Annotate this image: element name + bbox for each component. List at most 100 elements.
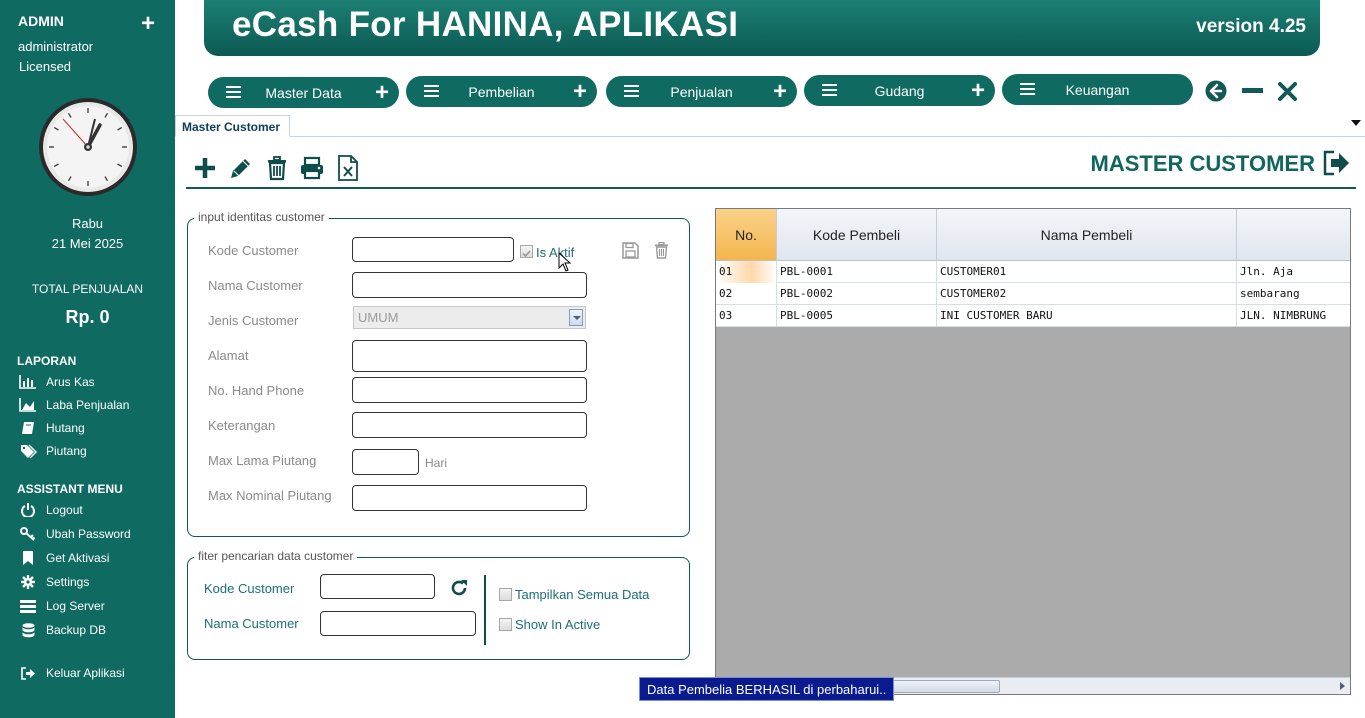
is-aktif-checkbox[interactable] [520, 245, 533, 258]
refresh-icon[interactable] [450, 579, 468, 597]
role-label: ADMIN [18, 13, 64, 29]
total-sales-value: Rp. 0 [65, 307, 110, 327]
nama-customer-label: Nama Customer [208, 278, 303, 293]
assistant-heading: ASSISTANT MENU [17, 482, 123, 496]
filter-nama-input[interactable] [320, 611, 476, 636]
license-label: Licensed [19, 59, 72, 74]
laporan-heading: LAPORAN [17, 354, 77, 368]
delete-small-icon[interactable] [654, 242, 669, 259]
power-icon [19, 502, 37, 518]
plus-icon: + [374, 79, 389, 106]
grid-header: No. Kode Pembeli Nama Pembeli [716, 209, 1350, 261]
database-icon [19, 622, 37, 638]
hand-phone-input[interactable] [352, 377, 587, 403]
filter-nama-label: Nama Customer [204, 616, 299, 631]
date-label: 21 Mei 2025 [51, 236, 124, 251]
menu-logout[interactable]: Logout [19, 502, 83, 518]
cursor-icon [558, 252, 572, 272]
menu-hutang[interactable]: Hutang [19, 420, 85, 436]
tab-dropdown-icon[interactable] [1351, 120, 1361, 126]
menu-keluar-aplikasi[interactable]: Keluar Aplikasi [19, 665, 125, 681]
chevron-down-icon [569, 309, 583, 326]
menu-log-server[interactable]: Log Server [19, 598, 105, 614]
alamat-label: Alamat [208, 348, 249, 363]
clock-icon [39, 98, 137, 196]
menu-keuangan[interactable]: Keuangan [1002, 74, 1193, 105]
keterangan-label: Keterangan [208, 418, 276, 433]
menu-get-aktivasi[interactable]: Get Aktivasi [19, 550, 109, 566]
sidebar: ADMIN + administrator Licensed Rabu 21 M… [0, 0, 175, 718]
total-sales-label: TOTAL PENJUALAN [31, 282, 144, 296]
page-title: MASTER CUSTOMER [1090, 151, 1316, 176]
column-header-no[interactable]: No. [716, 209, 777, 261]
plus-icon: + [772, 78, 787, 105]
excel-export-icon[interactable] [335, 155, 361, 181]
print-icon[interactable] [299, 155, 325, 181]
save-icon[interactable] [622, 242, 639, 259]
menu-arus-kas[interactable]: Arus Kas [19, 374, 95, 390]
menu-gudang[interactable]: Gudang + [804, 75, 995, 106]
app-version: version 4.25 [1196, 16, 1306, 37]
show-inactive-checkbox[interactable] [499, 618, 512, 631]
menu-pembelian[interactable]: Pembelian + [406, 76, 597, 107]
sign-out-icon [19, 665, 37, 681]
menu-master-data[interactable]: Master Data + [208, 77, 399, 108]
filter-group: fiter pencarian data customer [187, 549, 690, 660]
tab-master-customer[interactable]: Master Customer [175, 115, 290, 137]
exit-page-icon[interactable] [1323, 150, 1351, 176]
max-nominal-piutang-input[interactable] [352, 485, 587, 511]
nama-customer-input[interactable] [352, 272, 587, 298]
filter-kode-input[interactable] [320, 574, 435, 599]
column-header-alamat[interactable] [1237, 209, 1350, 261]
kode-customer-label: Kode Customer [208, 243, 299, 258]
filter-divider [484, 575, 486, 645]
back-icon[interactable] [1205, 80, 1227, 102]
minimize-icon[interactable] [1242, 88, 1263, 94]
jenis-customer-select[interactable]: UMUM [353, 306, 586, 329]
tab-bar: Master Customer [175, 112, 1365, 137]
edit-icon[interactable] [228, 155, 254, 181]
book-icon [19, 420, 37, 436]
status-message: Data Pembelia BERHASIL di perbaharui.. [639, 677, 895, 701]
alamat-input[interactable] [352, 340, 587, 372]
close-icon[interactable] [1278, 82, 1297, 101]
input-group-legend: input identitas customer [194, 210, 329, 224]
day-label: Rabu [71, 216, 104, 231]
max-lama-piutang-label: Max Lama Piutang [208, 453, 317, 468]
menu-ubah-password[interactable]: Ubah Password [19, 526, 131, 542]
table-row[interactable]: 03 PBL-0005 INI CUSTOMER BARU JLN. NIMBR… [716, 305, 1350, 327]
menu-penjualan[interactable]: Penjualan + [606, 76, 797, 107]
area-chart-icon [19, 397, 37, 413]
menu-settings[interactable]: Settings [19, 574, 89, 590]
hand-phone-label: No. Hand Phone [208, 383, 305, 398]
menu-backup-db[interactable]: Backup DB [19, 622, 106, 638]
column-header-kode[interactable]: Kode Pembeli [777, 209, 937, 261]
menu-laba-penjualan[interactable]: Laba Penjualan [19, 397, 129, 413]
keterangan-input[interactable] [352, 412, 587, 438]
app-title: eCash For HANINA, APLIKASI [232, 5, 739, 44]
hari-label: Hari [425, 456, 448, 470]
gear-icon [19, 574, 37, 590]
username-label: administrator [18, 39, 94, 54]
delete-icon[interactable] [264, 155, 290, 181]
max-lama-piutang-input[interactable] [352, 449, 419, 475]
bar-chart-icon [19, 374, 37, 390]
show-inactive-label: Show In Active [515, 617, 601, 632]
title-bar: eCash For HANINA, APLIKASI version 4.25 [204, 0, 1320, 56]
table-row[interactable]: 02 PBL-0002 CUSTOMER02 sembarang [716, 283, 1350, 305]
kode-customer-input[interactable] [352, 237, 514, 262]
max-nominal-piutang-label: Max Nominal Piutang [208, 488, 332, 503]
scroll-right-icon[interactable] [1340, 682, 1345, 690]
filter-kode-label: Kode Customer [204, 581, 295, 596]
plus-icon: + [572, 78, 587, 105]
show-all-checkbox[interactable] [499, 588, 512, 601]
table-row[interactable]: 01 PBL-0001 CUSTOMER01 Jln. Aja [716, 261, 1350, 283]
plus-icon: + [970, 77, 985, 104]
menu-piutang[interactable]: Piutang [19, 443, 87, 459]
add-icon[interactable] [192, 155, 218, 181]
bookmark-icon [19, 550, 37, 566]
jenis-customer-label: Jenis Customer [208, 313, 299, 328]
customer-grid[interactable]: No. Kode Pembeli Nama Pembeli 01 PBL-000… [715, 208, 1351, 695]
column-header-nama[interactable]: Nama Pembeli [937, 209, 1237, 261]
add-icon[interactable]: + [141, 12, 155, 36]
